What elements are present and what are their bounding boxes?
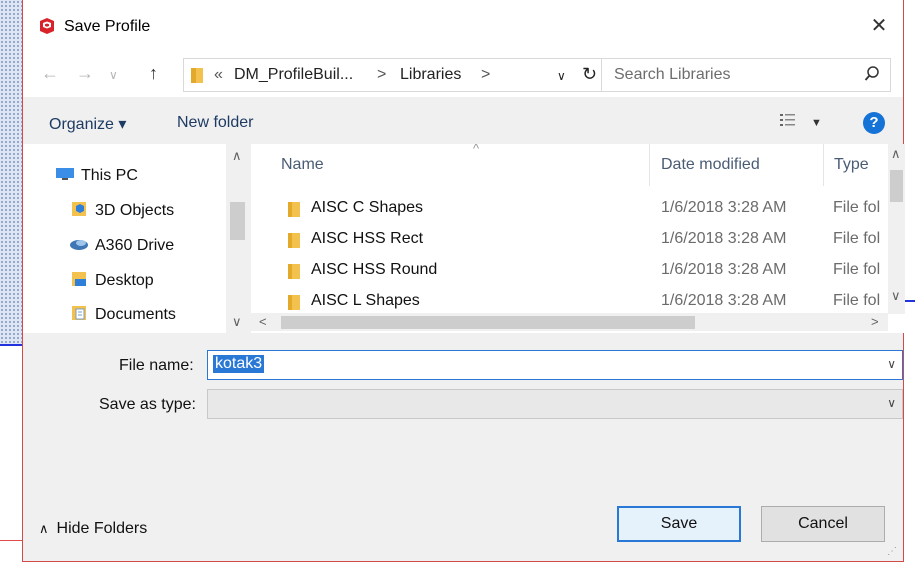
column-header-type[interactable]: Type	[834, 156, 869, 174]
hide-folders-label: Hide Folders	[56, 520, 148, 537]
folder-icon	[287, 263, 301, 285]
file-type: File fol	[833, 199, 881, 216]
file-type: File fol	[833, 230, 881, 247]
file-list-pane: ^ Name Date modified Type AISC C Shapes …	[251, 144, 905, 333]
scroll-right-icon[interactable]: >	[871, 314, 879, 329]
up-arrow-icon[interactable]: ↑	[149, 63, 158, 84]
file-name: AISC C Shapes	[311, 199, 424, 216]
folder-icon	[287, 232, 301, 254]
breadcrumb-separator[interactable]: >	[481, 66, 490, 84]
organize-button[interactable]: Organize ▾	[49, 114, 126, 134]
new-folder-button[interactable]: New folder	[177, 114, 253, 132]
desktop-folder-icon	[69, 271, 89, 287]
recent-locations-chevron-icon[interactable]: ∨	[109, 68, 118, 82]
search-input[interactable]: Search Libraries	[614, 66, 731, 84]
hide-folders-button[interactable]: ∧ Hide Folders	[39, 520, 147, 538]
navigation-bar: ← → ∨ ↑ « DM_ProfileBuil... > Libraries …	[23, 55, 903, 97]
column-header-date-modified[interactable]: Date modified	[661, 156, 760, 174]
breadcrumb-overflow[interactable]: «	[214, 66, 223, 84]
file-date: 1/6/2018 3:28 AM	[661, 261, 787, 278]
tree-item-a360-drive[interactable]: A360 Drive	[69, 236, 174, 255]
background-line	[0, 540, 22, 541]
forward-arrow-icon[interactable]: →	[76, 63, 94, 84]
folder-icon	[287, 201, 301, 223]
background-line	[0, 344, 22, 346]
save-as-type-select[interactable]: ∨	[207, 389, 903, 419]
file-row[interactable]: AISC HSS Rect 1/6/2018 3:28 AM File fol	[251, 225, 891, 255]
file-date: 1/6/2018 3:28 AM	[661, 230, 787, 247]
file-list-horizontal-scrollbar[interactable]: < >	[251, 313, 888, 331]
scroll-up-icon[interactable]: ∧	[891, 146, 901, 162]
change-view-icon[interactable]	[779, 112, 797, 133]
scroll-down-icon[interactable]: ∨	[232, 314, 242, 330]
chevron-up-icon: ∧	[39, 521, 49, 536]
file-name-value[interactable]: kotak3	[213, 355, 265, 373]
background-canvas	[0, 0, 22, 345]
cancel-button[interactable]: Cancel	[761, 506, 885, 542]
tree-item-desktop[interactable]: Desktop	[69, 271, 154, 290]
save-as-type-dropdown-icon[interactable]: ∨	[887, 396, 896, 410]
save-button[interactable]: Save	[617, 506, 741, 542]
file-name: AISC HSS Round	[311, 261, 438, 278]
file-name-dropdown-icon[interactable]: ∨	[887, 357, 896, 371]
file-date: 1/6/2018 3:28 AM	[661, 292, 787, 309]
title-bar: Save Profile ✕	[23, 0, 903, 55]
scroll-up-icon[interactable]: ∧	[232, 148, 242, 164]
sort-ascending-icon: ^	[473, 144, 480, 156]
tree-item-label: Desktop	[95, 272, 154, 289]
scroll-down-icon[interactable]: ∨	[891, 288, 901, 304]
view-options-dropdown-icon[interactable]: ▼	[811, 117, 822, 129]
address-bar[interactable]: « DM_ProfileBuil... > Libraries > ∨ ↻	[183, 58, 605, 92]
file-name-label: File name:	[119, 357, 194, 374]
tree-item-this-pc[interactable]: This PC	[55, 166, 138, 185]
this-pc-icon	[55, 166, 75, 182]
scrollbar-thumb[interactable]	[281, 316, 695, 329]
file-row[interactable]: AISC C Shapes 1/6/2018 3:28 AM File fol	[251, 194, 891, 224]
tree-item-documents[interactable]: Documents	[69, 305, 176, 324]
background-line	[904, 300, 915, 302]
scroll-left-icon[interactable]: <	[259, 314, 267, 329]
tree-item-label: Documents	[95, 306, 176, 323]
file-type: File fol	[833, 261, 881, 278]
address-dropdown-icon[interactable]: ∨	[557, 69, 566, 83]
refresh-icon[interactable]: ↻	[582, 64, 597, 85]
file-row[interactable]: AISC HSS Round 1/6/2018 3:28 AM File fol	[251, 256, 891, 286]
scrollbar-thumb[interactable]	[890, 170, 903, 202]
sketchup-app-icon	[37, 16, 57, 36]
navigation-pane-scrollbar[interactable]: ∧ ∨	[226, 144, 249, 333]
file-type: File fol	[833, 292, 881, 309]
file-list-vertical-scrollbar[interactable]: ∧ ∨	[888, 144, 905, 314]
scrollbar-thumb[interactable]	[230, 202, 245, 240]
background-canvas	[905, 0, 915, 563]
save-dialog: Save Profile ✕ ← → ∨ ↑ « DM_ProfileBuil.…	[22, 0, 905, 562]
column-header-name[interactable]: Name	[281, 156, 324, 174]
breadcrumb-libraries[interactable]: Libraries	[400, 66, 461, 84]
close-icon[interactable]: ✕	[865, 12, 893, 40]
window-title: Save Profile	[64, 18, 151, 35]
3d-objects-icon	[69, 201, 89, 217]
file-date: 1/6/2018 3:28 AM	[661, 199, 787, 216]
tree-item-label: This PC	[81, 167, 138, 184]
command-bar: Organize ▾ New folder ▼ ?	[23, 100, 903, 144]
a360-drive-icon	[69, 236, 89, 252]
breadcrumb-separator[interactable]: >	[377, 66, 386, 84]
column-divider[interactable]	[823, 144, 824, 186]
help-icon[interactable]: ?	[863, 112, 885, 134]
documents-folder-icon	[69, 305, 89, 321]
back-arrow-icon[interactable]: ←	[41, 63, 59, 84]
resize-grip-icon[interactable]: ⋰	[887, 546, 897, 557]
file-name: AISC L Shapes	[311, 292, 420, 309]
navigation-pane: This PC 3D Objects A360 Drive Desktop Do…	[23, 144, 249, 333]
tree-item-label: 3D Objects	[95, 202, 175, 219]
breadcrumb-dm-profilebuilder[interactable]: DM_ProfileBuil...	[234, 66, 353, 84]
folder-icon	[190, 66, 204, 89]
tree-item-label: A360 Drive	[95, 237, 175, 254]
save-as-type-label: Save as type:	[99, 396, 196, 413]
file-name: AISC HSS Rect	[311, 230, 424, 247]
column-divider[interactable]	[649, 144, 650, 186]
search-box[interactable]: Search Libraries	[601, 58, 891, 92]
file-name-input[interactable]: kotak3 ∨	[207, 350, 903, 380]
tree-item-3d-objects[interactable]: 3D Objects	[69, 201, 174, 220]
search-icon[interactable]	[864, 65, 880, 88]
